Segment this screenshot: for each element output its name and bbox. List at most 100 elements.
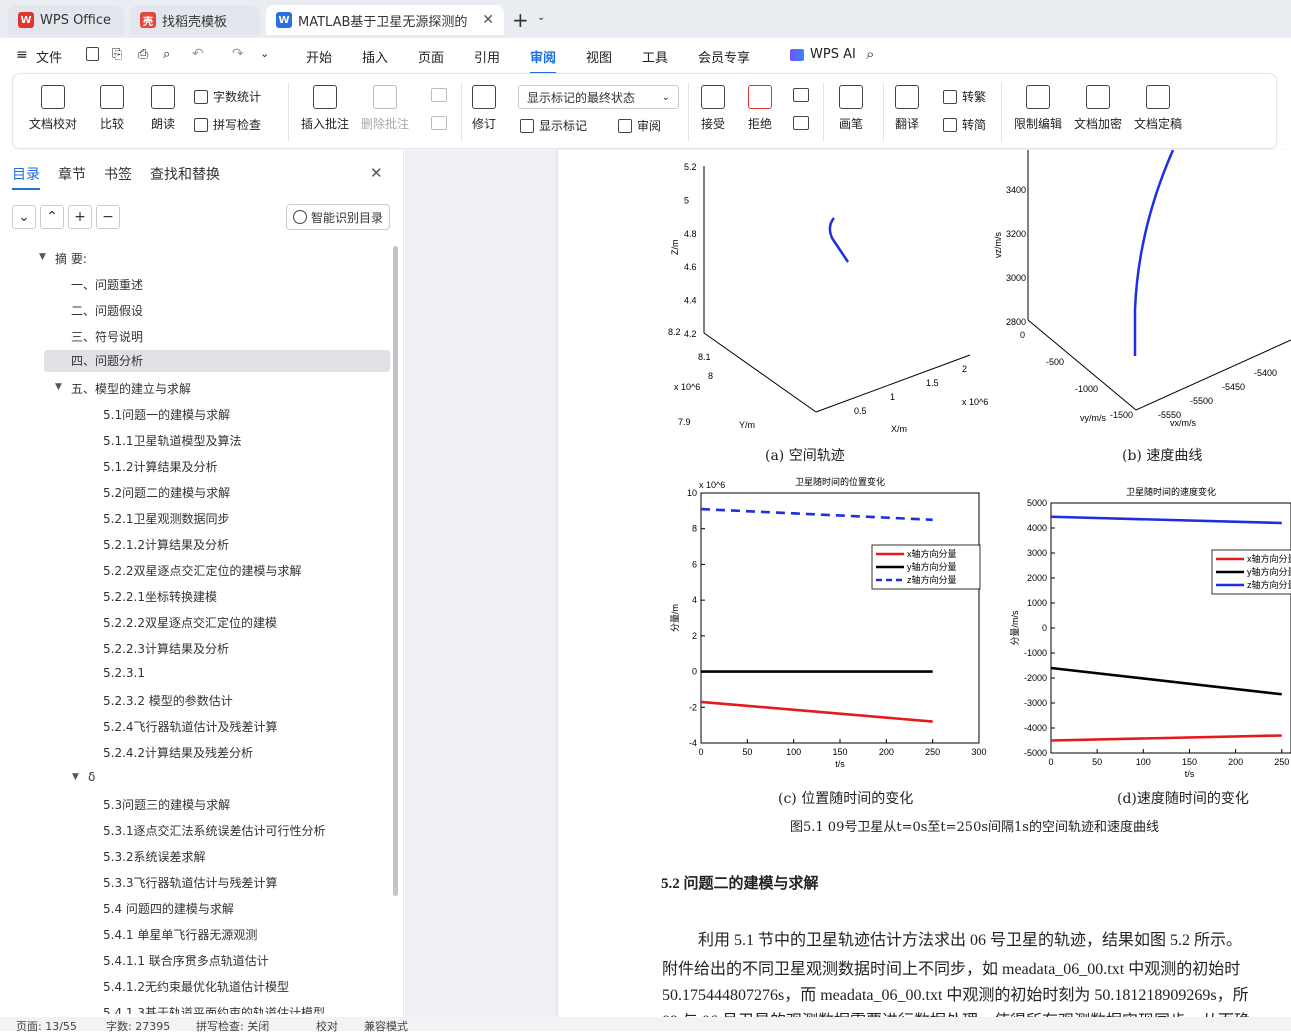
toc-item[interactable]: 二、问题假设 [71,302,143,319]
toc-item[interactable]: 5.4.1 单星单飞行器无源观测 [103,926,257,943]
tab-list-chevron-icon[interactable]: ⌄ [537,12,545,23]
show-markup-button[interactable]: 显示标记 [520,117,587,134]
hamburger-icon[interactable]: ≡ [16,47,28,63]
toc-expand-arrow-icon[interactable]: ▼ [55,382,62,392]
close-panel-icon[interactable]: ✕ [370,164,383,182]
toc-item[interactable]: 5.3问题三的建模与求解 [103,796,230,813]
prev-change-icon[interactable] [793,88,809,102]
close-tab-icon[interactable]: ✕ [482,12,494,28]
toc-item[interactable]: 摘 要: [55,250,87,267]
toc-scrollbar[interactable] [393,246,398,896]
finalize-button[interactable]: 文档定稿 [1134,85,1182,132]
page-indicator[interactable]: 页面: 13/55 [16,1018,77,1034]
toc-item[interactable]: 5.2.3.2 模型的参数估计 [103,692,233,709]
menu-file[interactable]: 文件 [36,47,62,66]
collapse-all-button[interactable]: ⌃ [40,205,64,229]
tab-bookmark[interactable]: 书签 [104,164,132,184]
toc-item[interactable]: δ [88,770,95,784]
to-simplified-button[interactable]: 转简 [943,116,986,133]
insert-comment-button[interactable]: 插入批注 [301,85,349,132]
toc-item[interactable]: 三、符号说明 [71,328,143,345]
toc-item[interactable]: 5.4.1.3基于轨道平面约束的轨道估计模型 [103,1004,325,1014]
chevron-up-icon: ⌃ [46,209,58,225]
toc-item[interactable]: 五、模型的建立与求解 [71,380,191,397]
menu-insert[interactable]: 插入 [362,47,388,66]
menu-start[interactable]: 开始 [306,47,332,66]
undo-icon[interactable]: ↶ [192,46,204,62]
menu-reference[interactable]: 引用 [474,47,500,66]
toc-item[interactable]: 5.2.2双星逐点交汇定位的建模与求解 [103,562,302,579]
tab-find-replace[interactable]: 查找和替换 [150,164,220,184]
smart-toc-button[interactable]: 智能识别目录 [286,204,390,230]
toc-expand-arrow-icon[interactable]: ▼ [72,772,79,782]
delete-comment-button[interactable]: 删除批注 [361,85,409,132]
toc-item[interactable]: 5.2.4.2计算结果及残差分析 [103,744,253,761]
toc-item[interactable]: 一、问题重述 [71,276,143,293]
menu-review[interactable]: 审阅 [530,47,557,74]
toc-expand-arrow-icon[interactable]: ▼ [39,252,46,262]
toc-item[interactable]: 5.2.4飞行器轨道估计及残差计算 [103,718,278,735]
read-aloud-button[interactable]: 朗读 [151,85,175,132]
tab-template[interactable]: 壳 找稻壳模板 [130,5,260,35]
export-icon[interactable]: ⎘ [112,47,122,62]
toc-item[interactable]: 5.2.2.2双星逐点交汇定位的建模 [103,614,277,631]
encrypt-button[interactable]: 文档加密 [1074,85,1122,132]
search-icon[interactable]: ⌕ [866,45,874,63]
menu-wps-ai[interactable]: WPS AI [810,47,856,62]
compare-button[interactable]: 比较 [100,85,124,132]
menu-view[interactable]: 视图 [586,47,612,66]
spell-check-button[interactable]: 拼写检查 [194,116,261,133]
tab-wps-office[interactable]: W WPS Office [8,5,124,35]
toc-item[interactable]: 5.1.2计算结果及分析 [103,458,218,475]
legend-label: x轴方向分量 [907,548,957,559]
redo-icon[interactable]: ↷ [232,46,244,62]
toc-item[interactable]: 5.3.1逐点交汇法系统误差估计可行性分析 [103,822,326,839]
menu-page[interactable]: 页面 [418,47,444,66]
toc-item[interactable]: 5.4 问题四的建模与求解 [103,900,234,917]
toc-item[interactable]: 5.3.3飞行器轨道估计与残差计算 [103,874,278,891]
more-chevron-icon[interactable]: ⌄ [260,47,269,60]
add-heading-button[interactable]: + [68,205,92,229]
to-traditional-button[interactable]: 转繁 [943,88,986,105]
toc-item[interactable]: 5.1问题一的建模与求解 [103,406,230,423]
pen-button[interactable]: 画笔 [839,85,863,132]
new-tab-button[interactable]: + [512,8,529,32]
toc-item[interactable]: 5.2.3.1 [103,666,145,680]
save-icon[interactable] [86,47,99,61]
x-tick-label: 200 [879,747,894,757]
toc-item[interactable]: 5.2.1卫星观测数据同步 [103,510,230,527]
revise-button[interactable]: 修订 [472,85,496,132]
toc-item[interactable]: 5.3.2系统误差求解 [103,848,206,865]
toc-item[interactable]: 5.2问题二的建模与求解 [103,484,230,501]
expand-all-button[interactable]: ⌄ [12,205,36,229]
tab-document[interactable]: W MATLAB基于卫星无源探测的S ✕ [266,5,504,35]
word-count-status[interactable]: 字数: 27395 [106,1018,170,1034]
print-icon[interactable]: ⎙ [138,47,148,62]
toc-item[interactable]: 5.2.2.1坐标转换建模 [103,588,217,605]
markup-state-dropdown[interactable]: 显示标记的最终状态 ⌄ [518,85,679,109]
tab-chapter[interactable]: 章节 [58,164,86,184]
tab-toc[interactable]: 目录 [12,164,40,190]
menu-tools[interactable]: 工具 [642,47,668,66]
toc-item[interactable]: 5.4.1.1 联合序贯多点轨道估计 [103,952,269,969]
next-change-icon[interactable] [793,116,809,130]
toc-item[interactable]: 5.4.1.2无约束最优化轨道估计模型 [103,978,289,995]
translate-button[interactable]: 翻译 [895,85,919,132]
toc-item[interactable]: 5.2.2.3计算结果及分析 [103,640,229,657]
proofread-status[interactable]: 校对 [316,1018,338,1034]
doc-check-button[interactable]: 文档校对 [29,85,77,132]
prev-comment-icon[interactable] [431,88,447,102]
restrict-edit-button[interactable]: 限制编辑 [1014,85,1062,132]
toc-item[interactable]: 5.1.1卫星轨道模型及算法 [103,432,242,449]
word-count-button[interactable]: 字数统计 [194,88,261,105]
remove-heading-button[interactable]: − [96,205,120,229]
print-preview-icon[interactable]: ⌕ [163,47,170,62]
toc-item[interactable]: 四、问题分析 [44,350,390,372]
menu-member[interactable]: 会员专享 [698,47,750,66]
reject-button[interactable]: 拒绝 [748,85,772,132]
next-comment-icon[interactable] [431,116,447,130]
toc-item[interactable]: 5.2.1.2计算结果及分析 [103,536,229,553]
accept-button[interactable]: 接受 [701,85,725,132]
spell-check-status[interactable]: 拼写检查: 关闭 [196,1018,269,1034]
review-pane-button[interactable]: 审阅 [618,117,661,134]
